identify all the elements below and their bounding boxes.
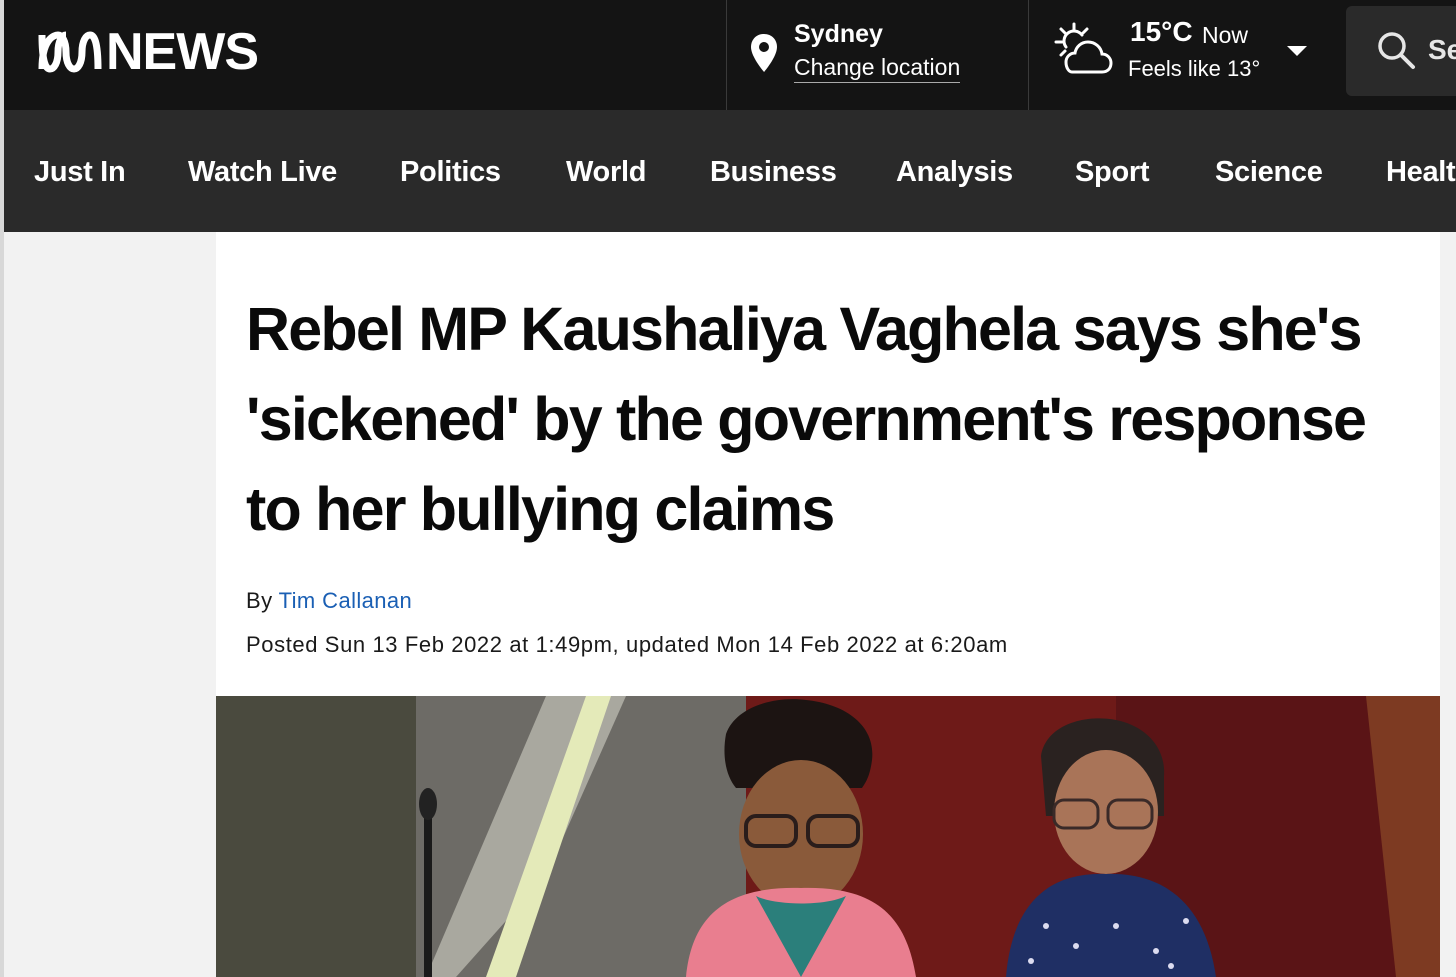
logo-wordmark: NEWS: [106, 23, 259, 81]
nav-item-analysis[interactable]: Analysis: [896, 156, 1013, 189]
article-hero-image[interactable]: [216, 696, 1440, 977]
partly-cloudy-sun-icon: [1054, 22, 1113, 74]
weather-period: Now: [1202, 22, 1249, 48]
location-city: Sydney: [794, 20, 883, 48]
author-link[interactable]: Tim Callanan: [279, 588, 413, 613]
abc-news-logo[interactable]: NEWS: [36, 22, 259, 82]
nav-item-watch-live[interactable]: Watch Live: [188, 156, 337, 189]
nav-item-business[interactable]: Business: [710, 156, 837, 189]
byline-prefix: By: [246, 588, 273, 613]
article-headline: Rebel MP Kaushaliya Vaghela says she's '…: [246, 295, 1367, 543]
nav-item-health[interactable]: Healt: [1386, 156, 1456, 189]
abc-lissajous-icon: [38, 31, 102, 73]
hero-photo: [216, 696, 1440, 977]
nav-item-just-in[interactable]: Just In: [34, 156, 126, 189]
article-timestamp: Posted Sun 13 Feb 2022 at 1:49pm, update…: [246, 632, 1008, 657]
nav-item-politics[interactable]: Politics: [400, 156, 501, 189]
main-nav: Just In Watch Live Politics World Busine…: [4, 110, 1456, 232]
nav-item-sport[interactable]: Sport: [1075, 156, 1150, 189]
change-location-link[interactable]: Change location: [794, 54, 961, 83]
weather-temperature: 15°C: [1130, 16, 1193, 47]
search-button[interactable]: Se: [1346, 6, 1456, 96]
search-icon: [1378, 32, 1415, 69]
byline: By Tim Callanan: [246, 588, 412, 614]
article: Rebel MP Kaushaliya Vaghela says she's '…: [216, 232, 1440, 977]
location-pin-icon: [751, 34, 777, 72]
site-header: NEWS Sydney Change location 15°C Now Fee…: [4, 0, 1456, 110]
nav-item-world[interactable]: World: [566, 156, 646, 189]
header-divider: [1028, 0, 1029, 110]
weather-feels-like: Feels like 13°: [1128, 56, 1261, 81]
weather-widget[interactable]: 15°C Now Feels like 13°: [1048, 14, 1318, 94]
nav-item-science[interactable]: Science: [1215, 156, 1323, 189]
chevron-down-icon[interactable]: [1286, 44, 1308, 58]
header-divider: [726, 0, 727, 110]
location-widget: Sydney Change location: [748, 18, 1008, 88]
search-label: Se: [1428, 34, 1456, 65]
